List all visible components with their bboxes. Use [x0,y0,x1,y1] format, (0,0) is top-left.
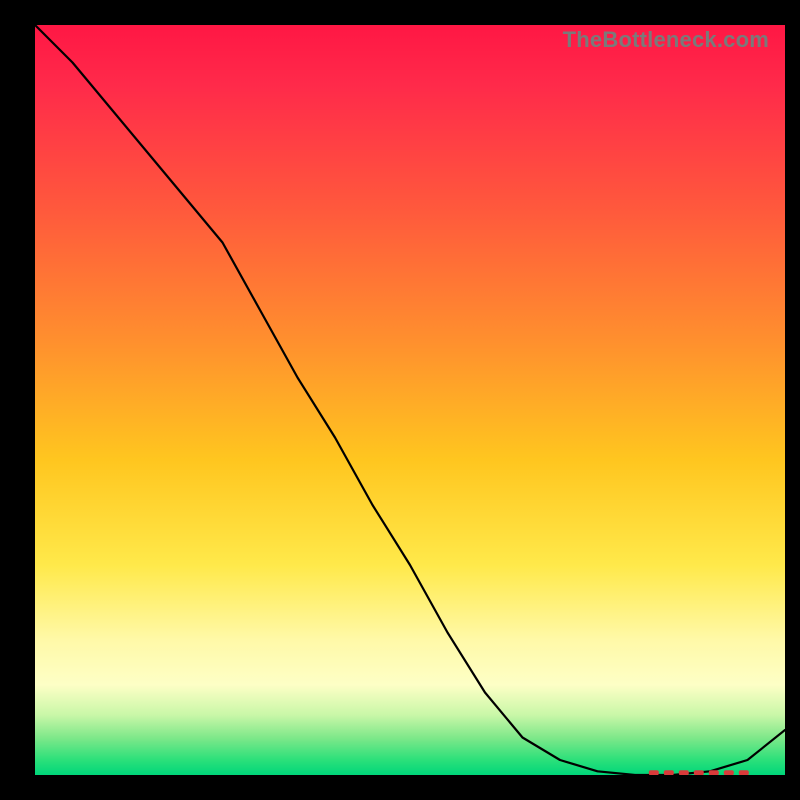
series-line [35,25,785,775]
marker-point [724,770,734,775]
chart-frame: TheBottleneck.com [0,0,800,800]
marker-point [739,770,749,775]
marker-point [709,770,719,775]
marker-point [664,770,674,775]
marker-point [694,770,704,775]
marker-point [649,770,659,775]
plot-area: TheBottleneck.com [35,25,785,775]
marker-point [679,770,689,775]
line-layer [35,25,785,775]
